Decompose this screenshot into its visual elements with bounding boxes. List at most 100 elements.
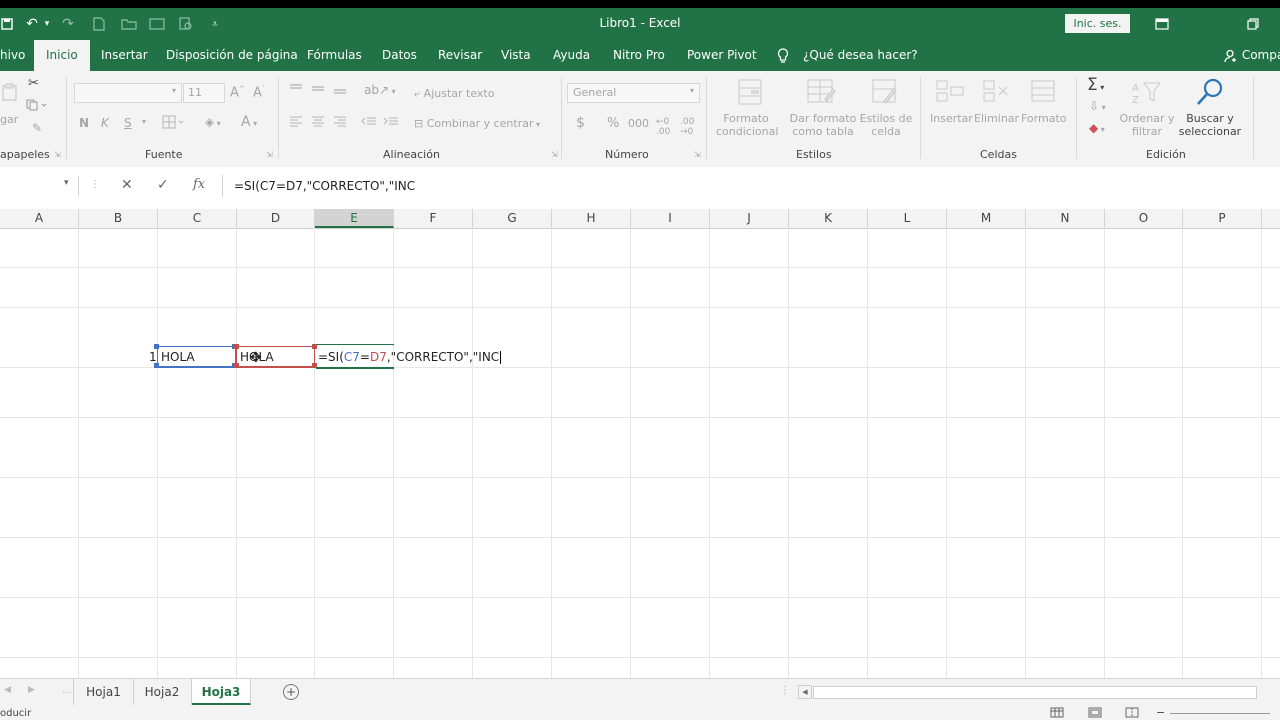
font-name-dropdown-icon[interactable]: ▾ <box>172 86 176 95</box>
align-center-icon[interactable] <box>311 115 325 130</box>
find-select-button[interactable]: Buscar y seleccionar <box>1174 112 1246 138</box>
share-button[interactable]: Compa <box>1224 40 1280 71</box>
column-header-n[interactable]: N <box>1026 209 1105 228</box>
tab-page-layout[interactable]: Disposición de página <box>166 40 298 71</box>
thousands-separator-button[interactable]: 000 <box>628 117 649 130</box>
zoom-out-icon[interactable]: − <box>1156 706 1165 719</box>
tab-file[interactable]: hivo <box>0 40 25 71</box>
column-header-k[interactable]: K <box>789 209 868 228</box>
wrap-text-button[interactable]: ⤶ Ajustar texto <box>414 87 494 101</box>
sort-filter-icon[interactable]: AZ <box>1130 79 1162 108</box>
normal-view-icon[interactable] <box>1050 707 1064 721</box>
currency-format-button[interactable]: $ <box>576 115 585 131</box>
column-header-d[interactable]: D <box>237 209 315 228</box>
number-format-box[interactable]: General ▾ <box>567 83 700 103</box>
copy-icon[interactable] <box>26 99 48 114</box>
restore-window-icon[interactable] <box>1241 14 1265 34</box>
align-middle-icon[interactable] <box>311 83 325 98</box>
hscroll-left-icon[interactable]: ◀ <box>798 685 812 699</box>
cell-e7-formula[interactable]: =SI(C7=D7,"CORRECTO","INC <box>318 350 502 364</box>
insert-cells-icon[interactable] <box>935 79 965 108</box>
ribbon-display-options-icon[interactable] <box>1150 14 1174 34</box>
decrease-indent-icon[interactable] <box>361 115 377 130</box>
italic-button[interactable]: K <box>101 116 109 130</box>
delete-cells-label[interactable]: Eliminar <box>974 112 1019 125</box>
sheet-tab-hoja1[interactable]: Hoja1 <box>73 679 134 705</box>
format-painter-icon[interactable]: ✎ <box>32 121 42 135</box>
cell-styles-icon[interactable] <box>870 77 900 110</box>
tab-insert[interactable]: Insertar <box>101 40 148 71</box>
horizontal-scrollbar[interactable] <box>813 686 1257 699</box>
cut-icon[interactable]: ✂ <box>28 76 39 91</box>
insert-function-button[interactable]: fx <box>193 177 205 192</box>
conditional-format-button[interactable]: Formato condicional <box>716 112 778 138</box>
column-header-f[interactable]: F <box>394 209 473 228</box>
fill-color-icon[interactable]: ◈ ▾ <box>205 115 221 129</box>
tab-view[interactable]: Vista <box>501 40 531 71</box>
borders-icon[interactable] <box>162 115 186 132</box>
autosum-icon[interactable]: Σ ▾ <box>1087 75 1104 95</box>
column-header-c[interactable]: C <box>158 209 237 228</box>
d7-reference-handle[interactable] <box>234 344 239 349</box>
delete-cells-icon[interactable] <box>982 79 1012 108</box>
tab-power-pivot[interactable]: Power Pivot <box>687 40 757 71</box>
font-launcher-icon[interactable]: ⇲ <box>266 150 273 159</box>
increase-decimal-icon[interactable]: ←0.00 <box>656 117 670 137</box>
find-select-icon[interactable] <box>1195 77 1225 110</box>
worksheet-grid[interactable]: 1 HOLA HOLA =SI(C7=D7,"CORRECTO","INC ✥ <box>0 228 1280 678</box>
font-size-box[interactable]: 11 <box>183 83 225 103</box>
percent-format-button[interactable]: % <box>607 116 619 131</box>
shrink-font-icon[interactable]: Aˇ <box>253 85 265 100</box>
tab-review[interactable]: Revisar <box>438 40 482 71</box>
bold-button[interactable]: N <box>79 116 89 130</box>
orientation-icon[interactable]: ab↗ ▾ <box>364 83 396 97</box>
fill-icon[interactable]: ⇩ ▾ <box>1089 99 1106 113</box>
tab-help[interactable]: Ayuda <box>553 40 590 71</box>
page-break-view-icon[interactable] <box>1125 707 1139 721</box>
align-top-icon[interactable] <box>289 83 303 98</box>
tab-formulas[interactable]: Fórmulas <box>307 40 362 71</box>
column-header-a[interactable]: A <box>0 209 79 228</box>
zoom-slider[interactable] <box>1170 713 1270 714</box>
column-header-i[interactable]: I <box>631 209 710 228</box>
format-cells-label[interactable]: Formato <box>1021 112 1067 125</box>
underline-dropdown-icon[interactable]: ▾ <box>142 117 146 126</box>
cancel-formula-icon[interactable]: ✕ <box>121 177 133 193</box>
increase-indent-icon[interactable] <box>383 115 399 130</box>
column-header-p[interactable]: P <box>1183 209 1262 228</box>
column-header-b[interactable]: B <box>79 209 158 228</box>
font-color-icon[interactable]: A ▾ <box>241 114 257 130</box>
grow-font-icon[interactable]: A^ <box>230 85 245 100</box>
tab-nitro-pro[interactable]: Nitro Pro <box>613 40 665 71</box>
page-layout-view-icon[interactable] <box>1088 707 1102 721</box>
sign-in-button[interactable]: Inic. ses. <box>1065 14 1130 33</box>
tell-me-search[interactable]: ¿Qué desea hacer? <box>803 40 918 71</box>
cell-c7[interactable]: HOLA <box>161 350 195 364</box>
enter-formula-icon[interactable]: ✓ <box>157 177 169 193</box>
clipboard-launcher-icon[interactable]: ⇲ <box>54 150 61 159</box>
font-name-box[interactable] <box>74 83 182 103</box>
split-handle-icon[interactable]: ⋮ <box>780 685 790 696</box>
conditional-format-icon[interactable] <box>736 77 766 110</box>
column-header-l[interactable]: L <box>868 209 947 228</box>
cell-styles-button[interactable]: Estilos de celda <box>858 112 914 138</box>
decrease-decimal-icon[interactable]: .00 →0 <box>680 117 694 137</box>
format-as-table-button[interactable]: Dar formato como tabla <box>789 112 857 138</box>
sheet-tabs-more-icon[interactable]: … <box>62 685 72 696</box>
number-launcher-icon[interactable]: ⇲ <box>694 150 701 159</box>
paste-icon[interactable] <box>2 83 18 104</box>
merge-center-button[interactable]: ⊟ Combinar y centrar ▾ <box>414 117 540 130</box>
insert-cells-label[interactable]: Insertar <box>930 112 973 125</box>
alignment-launcher-icon[interactable]: ⇲ <box>551 150 558 159</box>
underline-button[interactable]: S <box>124 116 132 130</box>
column-header-o[interactable]: O <box>1105 209 1183 228</box>
align-left-icon[interactable] <box>289 115 303 130</box>
sheet-tab-hoja2[interactable]: Hoja2 <box>133 679 192 705</box>
d7-reference-handle[interactable] <box>234 363 239 368</box>
sheet-scroll-right-icon[interactable]: ▶ <box>28 685 35 695</box>
formula-input[interactable]: =SI(C7=D7,"CORRECTO","INC <box>222 175 1280 197</box>
align-right-icon[interactable] <box>333 115 347 130</box>
new-sheet-icon[interactable]: + <box>283 684 299 700</box>
format-cells-icon[interactable] <box>1030 79 1058 108</box>
c7-reference-handle[interactable] <box>154 344 159 349</box>
